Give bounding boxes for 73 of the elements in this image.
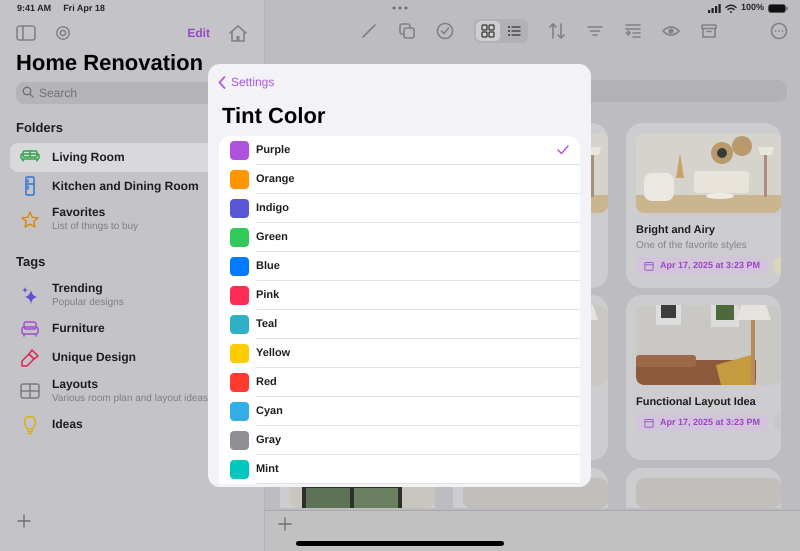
item-label: Kitchen and Dining Room <box>52 178 199 194</box>
color-name: Cyan <box>256 404 283 419</box>
list-icon <box>507 24 521 38</box>
item-subtitle: Various room plan and layout ideas <box>52 392 208 406</box>
color-name: Yellow <box>256 346 290 361</box>
home-icon[interactable] <box>228 24 248 42</box>
color-option[interactable]: Indigo <box>219 194 580 223</box>
search-icon <box>22 86 34 98</box>
item-label: Favorites <box>52 205 106 220</box>
color-name: Mint <box>256 462 279 477</box>
archive-icon[interactable] <box>700 22 718 40</box>
color-name: Teal <box>256 316 278 332</box>
pencil-icon[interactable] <box>360 22 378 40</box>
color-name: Green <box>256 230 288 245</box>
copy-icon[interactable] <box>398 22 416 40</box>
color-name: Indigo <box>256 200 289 216</box>
item-label: Ideas <box>52 417 83 432</box>
color-name: Red <box>256 374 277 390</box>
wrap-lines-icon[interactable] <box>624 22 642 40</box>
color-option[interactable]: Yellow <box>219 339 580 368</box>
item-subtitle: Popular designs <box>52 296 124 310</box>
sidebar-title: Home Renovation <box>15 49 204 77</box>
date-text: Apr 17, 2025 at 3:23 PM <box>660 258 760 272</box>
item-subtitle: List of things to buy <box>52 220 138 234</box>
signal-icon <box>708 4 721 12</box>
wifi-icon <box>724 4 737 12</box>
status-time: 9:41 AM <box>17 2 52 16</box>
color-option[interactable]: Blue <box>219 252 580 281</box>
star-icon <box>20 210 40 230</box>
checkmark-circle-icon[interactable] <box>436 22 454 40</box>
armchair-icon <box>20 318 40 338</box>
grid-icon <box>20 381 40 401</box>
color-option[interactable]: Teal <box>219 310 580 339</box>
item-label: Furniture <box>52 321 105 336</box>
card[interactable]: Functional Layout Idea Apr 17, 2025 at 3:23 PM <box>626 295 781 460</box>
color-option[interactable]: Gray <box>219 426 580 455</box>
add-icon[interactable] <box>278 517 292 531</box>
battery-icon <box>768 4 788 12</box>
card[interactable]: Bright and Airy One of the favorite styles Apr 17, 2025 at 3:23 PM <box>626 123 781 288</box>
paintbrush-icon <box>20 348 40 368</box>
more-icon[interactable] <box>770 22 788 40</box>
add-icon[interactable] <box>17 514 31 528</box>
color-option[interactable]: Mint <box>219 455 580 484</box>
settings-icon[interactable] <box>54 24 72 42</box>
item-label: Trending <box>52 280 104 296</box>
multitasking-dots-icon[interactable] <box>392 6 408 10</box>
color-name: Blue <box>256 258 280 274</box>
item-label: Living Room <box>52 150 125 164</box>
calendar-icon <box>644 260 654 270</box>
item-label: Unique Design <box>52 350 136 365</box>
sidebar-toggle-icon[interactable] <box>16 24 36 40</box>
grid-view-button[interactable] <box>476 21 500 41</box>
color-option[interactable]: Cyan <box>219 397 580 426</box>
battery-percent: 100% <box>740 1 764 14</box>
sheet-title: Tint Color <box>222 103 326 129</box>
status-date: Fri Apr 18 <box>63 2 105 16</box>
section-header: Folders <box>15 119 64 137</box>
color-name: Orange <box>256 172 295 187</box>
calendar-icon <box>644 418 654 428</box>
chevron-left-icon <box>218 76 226 88</box>
color-name: Pink <box>256 288 280 303</box>
grid-icon <box>481 24 495 38</box>
card-title: Bright and Airy <box>636 223 716 237</box>
color-name: Gray <box>256 432 282 448</box>
color-option[interactable]: Red <box>219 368 580 397</box>
item-label: Layouts <box>52 376 100 392</box>
color-option[interactable]: Pink <box>219 281 580 310</box>
color-option[interactable]: Green <box>219 223 580 252</box>
sort-arrows-icon[interactable] <box>548 22 566 40</box>
date-text: Apr 17, 2025 at 3:23 PM <box>660 416 760 430</box>
checkmark-icon <box>557 145 569 155</box>
card-subtitle: One of the favorite styles <box>636 239 748 252</box>
card-title: Functional Layout Idea <box>636 395 757 410</box>
